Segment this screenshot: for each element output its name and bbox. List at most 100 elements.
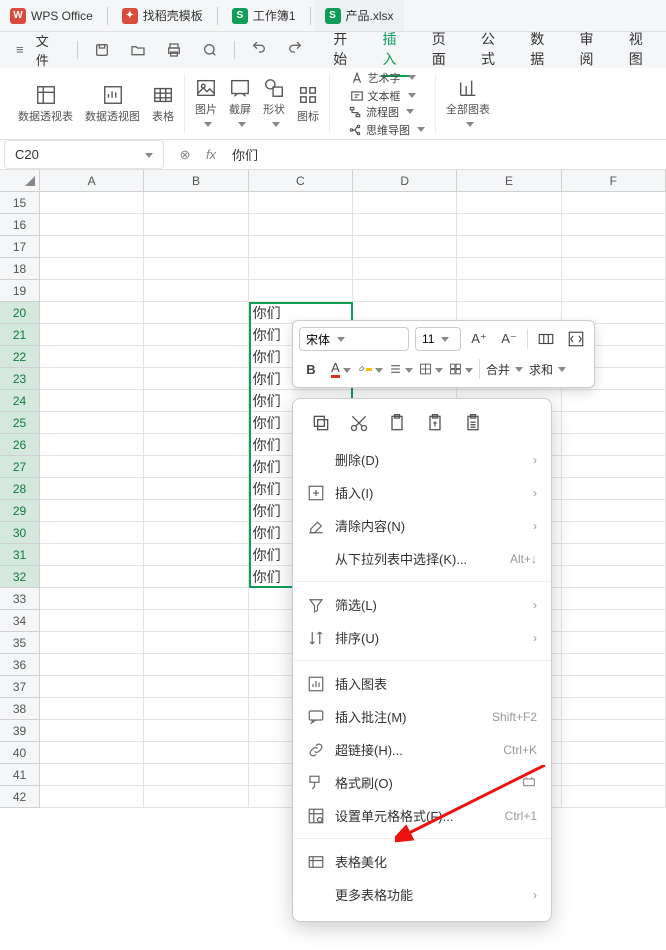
cell[interactable] xyxy=(144,786,248,808)
pin-icon[interactable] xyxy=(521,775,537,791)
cell[interactable] xyxy=(144,632,248,654)
cell[interactable] xyxy=(40,368,144,390)
cell[interactable] xyxy=(144,588,248,610)
cell[interactable] xyxy=(144,302,248,324)
cell[interactable] xyxy=(249,192,353,214)
tab-view[interactable]: 视图 xyxy=(627,23,658,77)
row-header[interactable]: 30 xyxy=(0,522,40,544)
fill-color-button[interactable] xyxy=(359,357,383,381)
cell[interactable] xyxy=(40,346,144,368)
row-header[interactable]: 37 xyxy=(0,676,40,698)
row-header[interactable]: 27 xyxy=(0,456,40,478)
cell[interactable] xyxy=(562,742,666,764)
flowchart-button[interactable]: 流程图 xyxy=(348,104,425,120)
row-header[interactable]: 32 xyxy=(0,566,40,588)
cell[interactable] xyxy=(144,610,248,632)
ctx-item[interactable]: 插入(I)› xyxy=(293,476,551,509)
cell[interactable] xyxy=(144,742,248,764)
cell[interactable] xyxy=(40,324,144,346)
folder-button[interactable] xyxy=(122,38,154,62)
row-header[interactable]: 29 xyxy=(0,500,40,522)
cell[interactable] xyxy=(457,280,561,302)
font-size-select[interactable]: 11 xyxy=(415,327,461,351)
row-header[interactable]: 22 xyxy=(0,346,40,368)
row-header[interactable]: 25 xyxy=(0,412,40,434)
cell[interactable] xyxy=(353,214,457,236)
cell[interactable] xyxy=(40,544,144,566)
font-decrease-button[interactable]: A⁻ xyxy=(497,327,521,351)
menu-button[interactable]: ≡文件 xyxy=(8,27,69,73)
ctx-item[interactable]: 格式刷(O) xyxy=(293,766,551,799)
ctx-item[interactable]: 超链接(H)...Ctrl+K xyxy=(293,733,551,766)
cell[interactable] xyxy=(144,236,248,258)
fx-button[interactable]: fx xyxy=(198,140,224,169)
paste-icon[interactable] xyxy=(387,413,407,433)
cell[interactable] xyxy=(562,764,666,786)
row-header[interactable]: 17 xyxy=(0,236,40,258)
ctx-item[interactable]: 设置单元格格式(F)...Ctrl+1 xyxy=(293,799,551,832)
row-header[interactable]: 42 xyxy=(0,786,40,808)
cell[interactable] xyxy=(562,236,666,258)
cell[interactable] xyxy=(40,610,144,632)
ctx-item[interactable]: 插入批注(M)Shift+F2 xyxy=(293,700,551,733)
cell[interactable] xyxy=(562,654,666,676)
cell[interactable] xyxy=(353,192,457,214)
row-header[interactable]: 19 xyxy=(0,280,40,302)
cell[interactable] xyxy=(40,478,144,500)
cell[interactable] xyxy=(144,324,248,346)
app-tab-workbook1[interactable]: S 工作簿1 xyxy=(222,0,306,31)
cell[interactable] xyxy=(562,632,666,654)
cell[interactable] xyxy=(144,368,248,390)
cell[interactable] xyxy=(562,214,666,236)
table-button[interactable]: 表格 xyxy=(152,84,174,124)
col-header-b[interactable]: B xyxy=(144,170,248,192)
font-select[interactable]: 宋体 xyxy=(299,327,409,351)
cell[interactable] xyxy=(457,236,561,258)
ctx-item[interactable]: 插入图表 xyxy=(293,667,551,700)
cell[interactable] xyxy=(40,192,144,214)
cell[interactable] xyxy=(562,412,666,434)
row-header[interactable]: 26 xyxy=(0,434,40,456)
cell[interactable] xyxy=(353,280,457,302)
formula-input[interactable]: 你们 xyxy=(224,145,666,164)
row-header[interactable]: 34 xyxy=(0,610,40,632)
shapes-button[interactable]: 形状 xyxy=(263,77,285,131)
cell[interactable] xyxy=(40,654,144,676)
cell[interactable] xyxy=(562,610,666,632)
cell[interactable] xyxy=(144,698,248,720)
row-header[interactable]: 24 xyxy=(0,390,40,412)
row-header[interactable]: 36 xyxy=(0,654,40,676)
cell[interactable] xyxy=(144,214,248,236)
cell[interactable] xyxy=(144,676,248,698)
cell[interactable] xyxy=(40,720,144,742)
font-increase-button[interactable]: A⁺ xyxy=(467,327,491,351)
format-button[interactable] xyxy=(449,357,473,381)
autofit-icon[interactable] xyxy=(564,327,588,351)
name-box[interactable]: C20 xyxy=(4,140,164,169)
col-header-e[interactable]: E xyxy=(457,170,561,192)
cell[interactable] xyxy=(144,764,248,786)
cell[interactable] xyxy=(40,280,144,302)
row-header[interactable]: 39 xyxy=(0,720,40,742)
col-header-a[interactable]: A xyxy=(40,170,144,192)
row-header[interactable]: 28 xyxy=(0,478,40,500)
select-all-corner[interactable] xyxy=(0,170,40,192)
cell[interactable] xyxy=(353,236,457,258)
ctx-item[interactable]: 排序(U)› xyxy=(293,621,551,654)
cell[interactable] xyxy=(144,280,248,302)
textbox-button[interactable]: 文本框 xyxy=(350,88,416,104)
row-header[interactable]: 23 xyxy=(0,368,40,390)
cell[interactable] xyxy=(562,434,666,456)
cell[interactable] xyxy=(144,478,248,500)
cell[interactable] xyxy=(40,676,144,698)
picture-button[interactable]: 图片 xyxy=(195,77,217,131)
cell[interactable] xyxy=(562,786,666,808)
merge-cells-icon[interactable] xyxy=(534,327,558,351)
cell[interactable] xyxy=(562,258,666,280)
redo-button[interactable] xyxy=(279,38,311,62)
cell[interactable] xyxy=(144,346,248,368)
cell[interactable] xyxy=(40,302,144,324)
cell[interactable] xyxy=(144,720,248,742)
app-tab-template[interactable]: ✦ 找稻壳模板 xyxy=(112,0,213,31)
row-header[interactable]: 21 xyxy=(0,324,40,346)
